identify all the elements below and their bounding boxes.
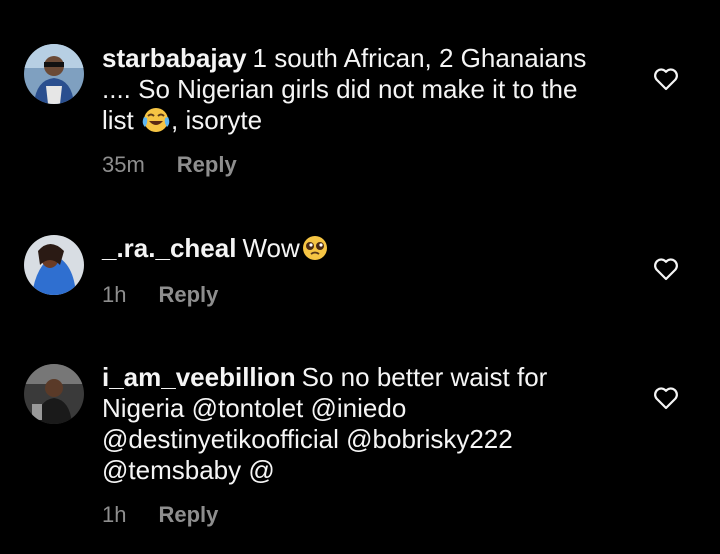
- comment-body-end: , isoryte: [171, 105, 263, 135]
- comment-username[interactable]: starbabajay: [102, 43, 247, 73]
- avatar[interactable]: [24, 235, 84, 295]
- avatar[interactable]: [24, 44, 84, 104]
- comment-username[interactable]: i_am_veebillion: [102, 362, 296, 392]
- comment-text: i_am_veebillion So no better waist for Ni…: [102, 362, 602, 486]
- comment-meta: 1h Reply: [102, 282, 218, 308]
- comment-meta: 35m Reply: [102, 152, 237, 178]
- reply-button[interactable]: Reply: [177, 152, 237, 178]
- pleading-face-icon: [300, 233, 330, 268]
- comment-timestamp: 1h: [102, 282, 127, 307]
- reply-button[interactable]: Reply: [158, 502, 218, 528]
- reply-button[interactable]: Reply: [158, 282, 218, 308]
- comment-text: _.ra._cheal Wow: [102, 233, 602, 268]
- avatar[interactable]: [24, 364, 84, 424]
- comment-timestamp: 35m: [102, 152, 145, 177]
- heart-outline-icon[interactable]: [653, 257, 679, 281]
- comment-username[interactable]: _.ra._cheal: [102, 233, 236, 263]
- comment-body: Wow: [242, 233, 300, 263]
- heart-outline-icon[interactable]: [653, 67, 679, 91]
- heart-outline-icon[interactable]: [653, 386, 679, 410]
- comment-meta: 1h Reply: [102, 502, 218, 528]
- face-with-tears-of-joy-icon: [141, 105, 171, 140]
- comment-timestamp: 1h: [102, 502, 127, 527]
- comment-text: starbabajay 1 south African, 2 Ghanaians …: [102, 43, 602, 140]
